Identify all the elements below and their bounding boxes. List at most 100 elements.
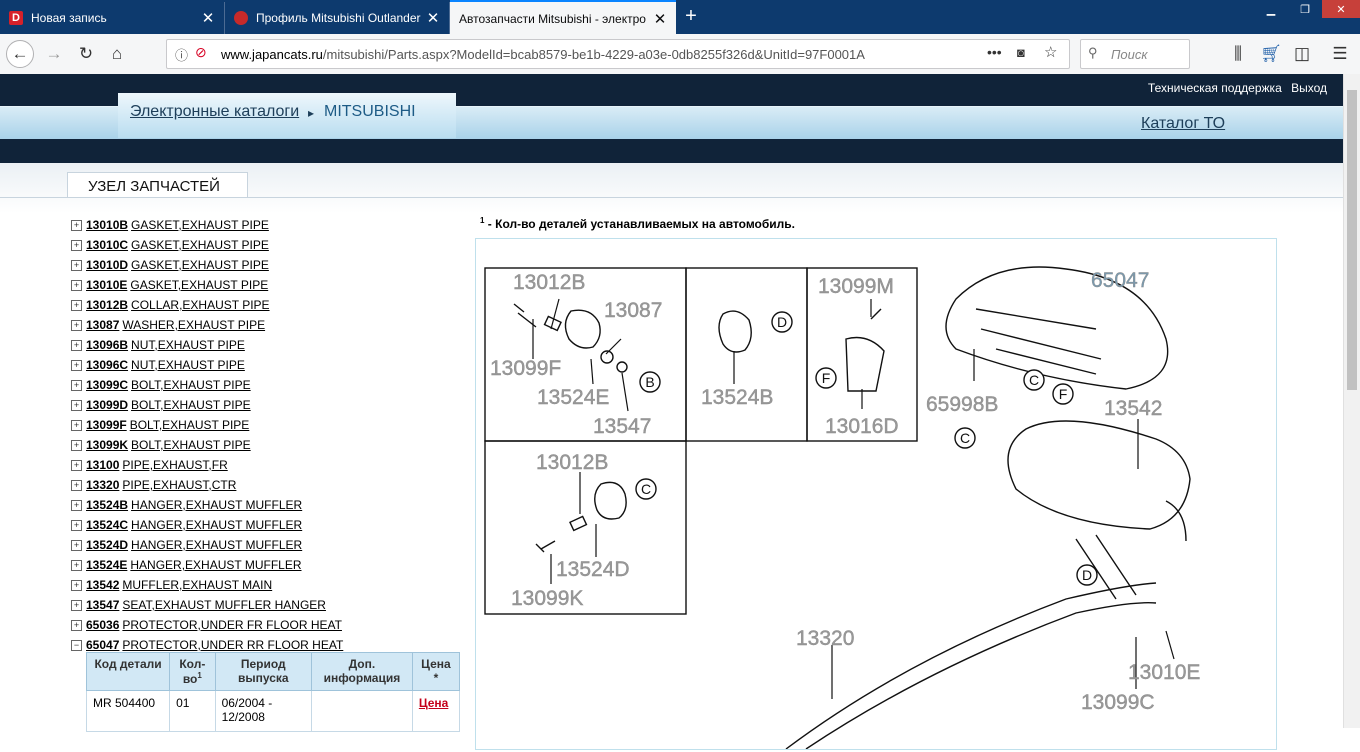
expand-icon[interactable]: + [71,619,82,631]
list-item[interactable]: +13010B GASKET,EXHAUST PIPE [71,215,343,235]
part-code-link[interactable]: 13524C [86,518,128,532]
info-icon[interactable]: ⓘ [175,45,188,64]
bookmark-star-icon[interactable]: ☆ [1044,43,1057,61]
part-description-link[interactable]: GASKET,EXHAUST PIPE [131,218,269,232]
list-item[interactable]: +13547 SEAT,EXHAUST MUFFLER HANGER [71,595,343,615]
part-code-link[interactable]: 13010C [86,238,128,252]
list-item[interactable]: +13542 MUFFLER,EXHAUST MAIN [71,575,343,595]
pocket-icon[interactable]: ◙ [1017,45,1025,60]
part-code-link[interactable]: 65047 [86,638,119,652]
diagram-part-number[interactable]: 13099F [490,357,562,380]
expand-icon[interactable]: + [71,239,82,251]
catalog-to-link[interactable]: Каталог ТО [1141,115,1225,133]
part-description-link[interactable]: GASKET,EXHAUST PIPE [131,258,269,272]
part-description-link[interactable]: BOLT,EXHAUST PIPE [131,398,251,412]
back-icon[interactable]: ← [6,40,34,68]
list-item[interactable]: +13524E HANGER,EXHAUST MUFFLER [71,555,343,575]
diagram-part-number[interactable]: 13524E [537,386,610,409]
expand-icon[interactable]: + [71,379,82,391]
part-code-link[interactable]: 13524D [86,538,128,552]
expand-icon[interactable]: + [71,599,82,611]
diagram-part-number[interactable]: 13087 [604,299,663,322]
list-item[interactable]: +13524D HANGER,EXHAUST MUFFLER [71,535,343,555]
expand-icon[interactable]: + [71,459,82,471]
cart-icon[interactable]: 🛒︎ [1257,40,1285,68]
home-icon[interactable]: ⌂ [103,40,131,68]
part-code-link[interactable]: 13099D [86,398,128,412]
restore-icon[interactable]: ❐ [1288,0,1322,18]
part-code-link[interactable]: 13099K [86,438,128,452]
part-description-link[interactable]: HANGER,EXHAUST MUFFLER [131,518,302,532]
part-description-link[interactable]: PROTECTOR,UNDER FR FLOOR HEAT [122,618,342,632]
diagram-part-number[interactable]: 13012B [513,271,586,294]
part-description-link[interactable]: NUT,EXHAUST PIPE [131,358,245,372]
part-description-link[interactable]: GASKET,EXHAUST PIPE [130,278,268,292]
menu-icon[interactable]: ☰ [1326,40,1354,68]
part-code-link[interactable]: 13320 [86,478,119,492]
page-scrollbar[interactable] [1343,74,1360,728]
part-code-link[interactable]: 13542 [86,578,119,592]
list-item[interactable]: +65036 PROTECTOR,UNDER FR FLOOR HEAT [71,615,343,635]
diagram-part-number[interactable]: 65047 [1091,269,1150,292]
diagram-part-number[interactable]: 13099M [818,275,894,298]
list-item[interactable]: +13087 WASHER,EXHAUST PIPE [71,315,343,335]
part-code-link[interactable]: 13010D [86,258,128,272]
list-item[interactable]: +13010D GASKET,EXHAUST PIPE [71,255,343,275]
part-description-link[interactable]: SEAT,EXHAUST MUFFLER HANGER [122,598,326,612]
part-code-link[interactable]: 13524E [86,558,127,572]
diagram-part-number[interactable]: 13524D [556,558,630,581]
parts-diagram[interactable]: 13012B 13087 13099F 13524E 13547 13524B 13099M… [475,238,1277,750]
part-code-link[interactable]: 13096C [86,358,128,372]
url-bar[interactable]: ⓘ ⊘ www.japancats.ru/mitsubishi/Parts.as… [166,39,1070,69]
support-link[interactable]: Техническая поддержка [1148,81,1282,95]
breadcrumb-catalogs-link[interactable]: Электронные каталоги [130,103,299,121]
list-item[interactable]: +13099F BOLT,EXHAUST PIPE [71,415,343,435]
part-description-link[interactable]: MUFFLER,EXHAUST MAIN [122,578,272,592]
scrollbar-thumb[interactable] [1347,90,1357,390]
diagram-part-number[interactable]: 13320 [796,627,855,650]
part-description-link[interactable]: BOLT,EXHAUST PIPE [130,418,250,432]
diagram-part-number[interactable]: 13012B [536,451,609,474]
part-description-link[interactable]: HANGER,EXHAUST MUFFLER [130,558,301,572]
part-description-link[interactable]: BOLT,EXHAUST PIPE [131,438,251,452]
list-item[interactable]: +13096C NUT,EXHAUST PIPE [71,355,343,375]
list-item[interactable]: +13099C BOLT,EXHAUST PIPE [71,375,343,395]
diagram-part-number[interactable]: 13547 [593,415,652,438]
expand-icon[interactable]: + [71,439,82,451]
close-tab-icon[interactable]: ✕ [650,10,670,28]
price-link[interactable]: Цена [419,696,449,710]
part-code-link[interactable]: 13524B [86,498,128,512]
part-description-link[interactable]: PROTECTOR,UNDER RR FLOOR HEAT [122,638,343,652]
diagram-part-number[interactable]: 13099K [511,587,584,610]
part-description-link[interactable]: GASKET,EXHAUST PIPE [131,238,269,252]
minimize-icon[interactable]: ▁ [1254,0,1288,18]
expand-icon[interactable]: + [71,519,82,531]
list-item[interactable]: +13099D BOLT,EXHAUST PIPE [71,395,343,415]
part-code-link[interactable]: 13100 [86,458,119,472]
list-item[interactable]: +13100 PIPE,EXHAUST,FR [71,455,343,475]
part-code-link[interactable]: 65036 [86,618,119,632]
diagram-part-number[interactable]: 13016D [825,415,899,438]
browser-tab-active[interactable]: Автозапчасти Mitsubishi - электро ✕ [450,0,676,36]
part-code-link[interactable]: 13547 [86,598,119,612]
diagram-part-number[interactable]: 65998B [926,393,999,416]
list-item[interactable]: +13524C HANGER,EXHAUST MUFFLER [71,515,343,535]
logout-link[interactable]: Выход [1291,81,1327,95]
part-code-link[interactable]: 13099F [86,418,127,432]
list-item[interactable]: +13010E GASKET,EXHAUST PIPE [71,275,343,295]
close-window-icon[interactable]: ✕ [1322,0,1360,18]
search-input[interactable]: ⚲ Поиск [1080,39,1190,69]
list-item[interactable]: +13010C GASKET,EXHAUST PIPE [71,235,343,255]
part-description-link[interactable]: COLLAR,EXHAUST PIPE [131,298,270,312]
list-item[interactable]: +13096B NUT,EXHAUST PIPE [71,335,343,355]
list-item[interactable]: +13012B COLLAR,EXHAUST PIPE [71,295,343,315]
expand-icon[interactable]: + [71,279,82,291]
diagram-part-number[interactable]: 13010E [1128,661,1201,684]
part-description-link[interactable]: PIPE,EXHAUST,CTR [122,478,236,492]
new-tab-icon[interactable]: + [680,5,702,28]
expand-icon[interactable]: + [71,499,82,511]
browser-tab[interactable]: Профиль Mitsubishi Outlander ✕ [225,2,450,34]
part-code-link[interactable]: 13096B [86,338,128,352]
part-code-link[interactable]: 13010B [86,218,128,232]
expand-icon[interactable]: + [71,219,82,231]
